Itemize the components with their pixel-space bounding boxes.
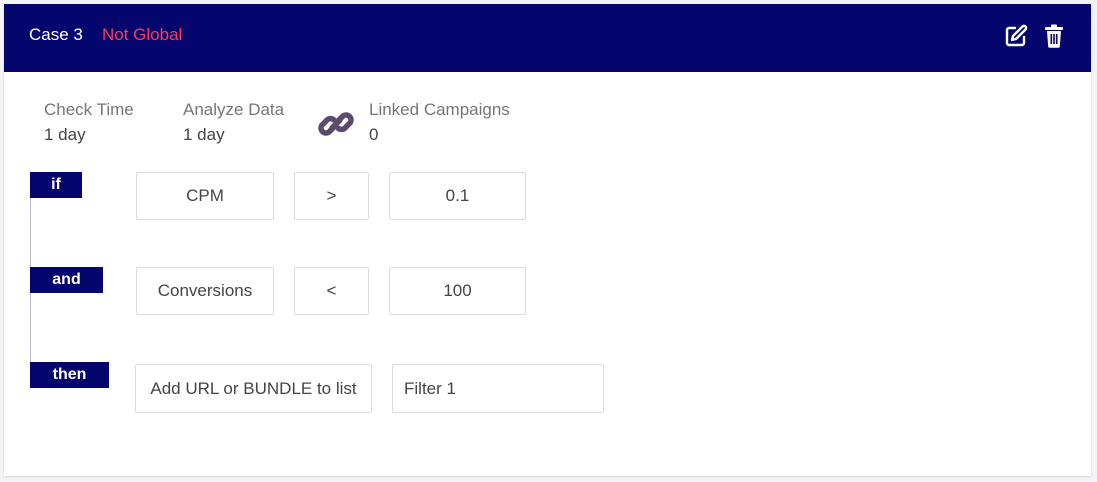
link-icon bbox=[318, 112, 354, 136]
check-time-value: 1 day bbox=[44, 125, 86, 144]
linked-campaigns-label: Linked Campaigns bbox=[369, 100, 510, 119]
and-metric-select[interactable]: Conversions bbox=[136, 267, 274, 315]
then-tag: then bbox=[30, 362, 109, 388]
case-title: Case 3 bbox=[29, 25, 83, 44]
global-status: Not Global bbox=[102, 25, 183, 44]
linked-campaigns-value: 0 bbox=[369, 125, 379, 144]
check-time-label: Check Time bbox=[44, 100, 134, 119]
analyze-data-label: Analyze Data bbox=[183, 100, 285, 119]
if-operator-select[interactable]: > bbox=[294, 172, 369, 220]
analyze-data-value: 1 day bbox=[183, 125, 225, 144]
if-value-field[interactable]: 0.1 bbox=[389, 172, 526, 220]
filter-target-field[interactable]: Filter 1 bbox=[392, 364, 604, 413]
if-metric-select[interactable]: CPM bbox=[136, 172, 274, 220]
edit-icon[interactable] bbox=[1004, 24, 1028, 48]
and-value-field[interactable]: 100 bbox=[389, 267, 526, 315]
and-tag: and bbox=[30, 267, 103, 293]
and-operator-select[interactable]: < bbox=[294, 267, 369, 315]
then-action-select[interactable]: Add URL or BUNDLE to list bbox=[135, 364, 372, 413]
case-header: Case 3 Not Global bbox=[4, 4, 1091, 72]
trash-icon[interactable] bbox=[1044, 24, 1064, 48]
case-card: Case 3 Not Global Check Time 1 day Analy… bbox=[4, 4, 1091, 476]
if-tag: if bbox=[30, 172, 82, 198]
